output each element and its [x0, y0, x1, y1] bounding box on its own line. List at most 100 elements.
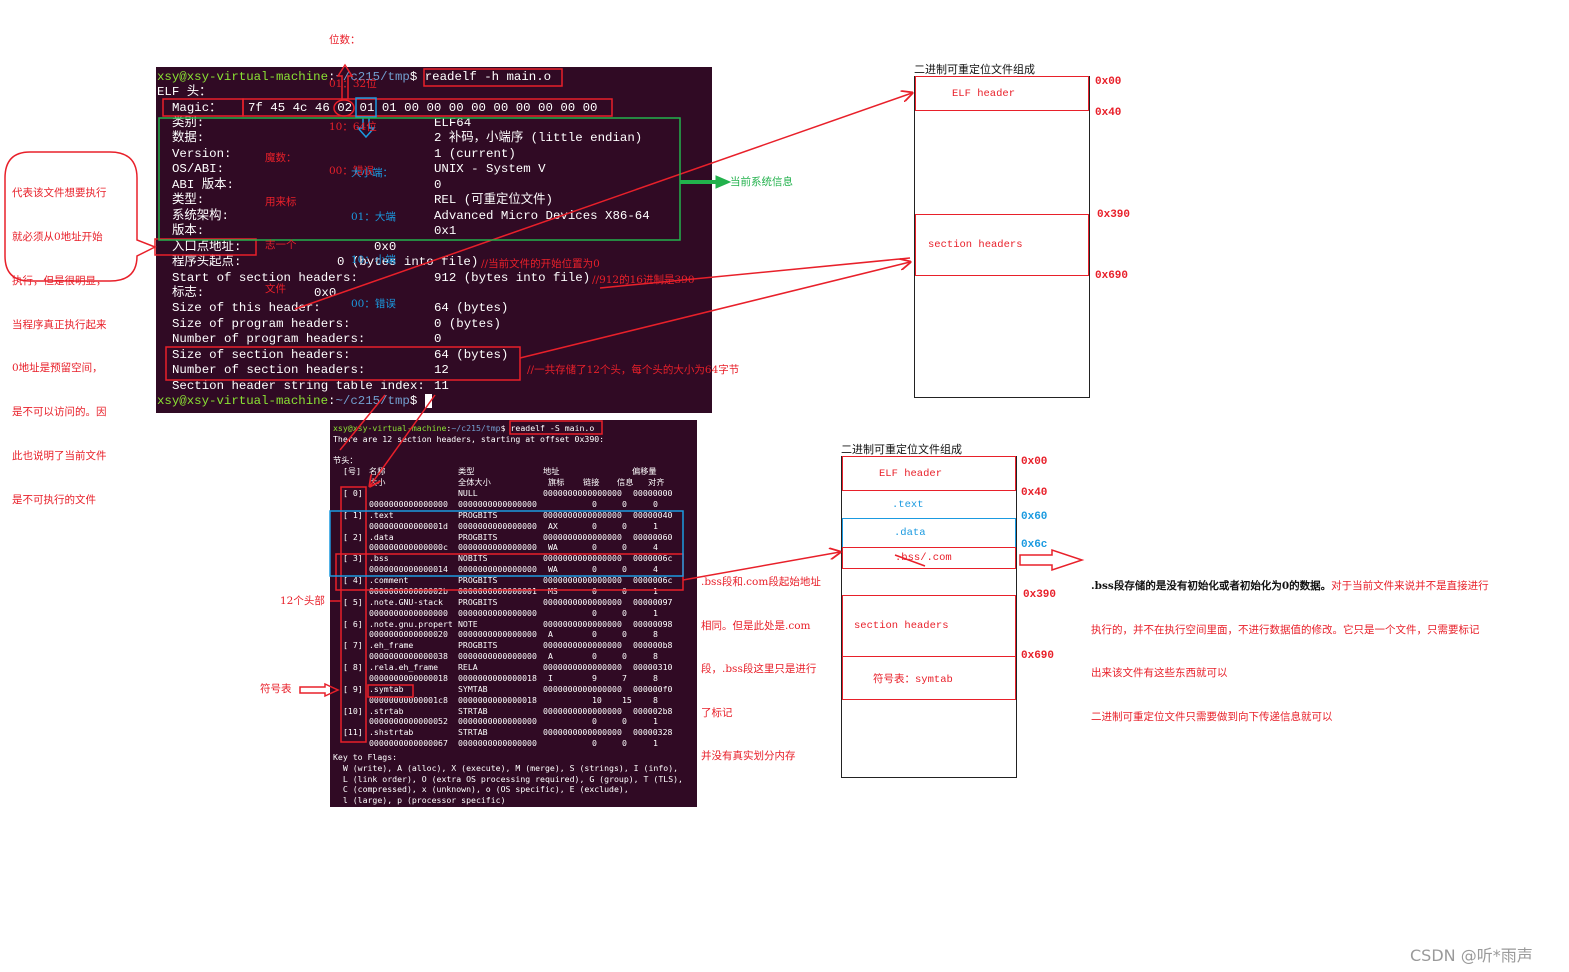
section-align: 4: [653, 564, 658, 575]
section-link: 0: [592, 585, 597, 596]
note-line: 是不可以访问的。因: [12, 406, 107, 419]
section-flags: AX: [548, 520, 558, 531]
section-entsize: 0000000000000000: [458, 607, 537, 618]
header-field-label: Size of this header:: [172, 301, 321, 316]
section-entsize: 0000000000000000: [458, 520, 537, 531]
section-addr: 0000000000000000: [543, 488, 622, 498]
header-field-label: Number of section headers:: [172, 363, 366, 378]
prompt-line: xsy@xsy-virtual-machine:~/c215/tmp$: [157, 394, 433, 409]
section-flags: A: [548, 629, 553, 640]
magic-bytes-rest: 01 00 00 00 00 00 00 00 00 00: [381, 101, 598, 115]
section-idx: [ 8]: [343, 662, 363, 672]
section-entsize: 0000000000000018: [458, 694, 537, 705]
section-type: PROGBITS: [458, 509, 498, 520]
section-name: .comment: [369, 575, 409, 585]
note-line: 0地址是预留空间，: [12, 362, 103, 375]
magic-label: Magic：: [172, 101, 222, 115]
section-entsize: 0000000000000000: [458, 651, 537, 662]
section-size: 0000000000000067: [369, 738, 448, 749]
section-addr: 0000000000000000: [543, 531, 622, 542]
section-type: NULL: [458, 488, 478, 498]
prompt-line: xsy@xsy-virtual-machine:~/c215/tmp$ read…: [333, 423, 595, 433]
section-size: 000000000000002b: [369, 585, 448, 596]
section-name: .symtab: [369, 683, 404, 694]
segment-label: ELF header: [952, 87, 1016, 100]
header-field-value: 64 (bytes): [434, 301, 509, 316]
section-offset: 00000060: [633, 531, 673, 542]
section-size: 000000000000001d: [369, 520, 448, 531]
section-offset: 000000f0: [633, 683, 673, 694]
section-addr: 0000000000000000: [543, 553, 622, 564]
section-name: .note.gnu.propert: [369, 618, 453, 629]
section-size: 0000000000000000: [369, 498, 448, 509]
section-align: 8: [653, 651, 658, 662]
endian-note: 大小端： 01：大端 10：小端 00：错误: [351, 137, 396, 326]
terminal-readelf-S: xsy@xsy-virtual-machine:~/c215/tmp$ read…: [330, 420, 697, 807]
header-field-label: Number of program headers:: [172, 332, 366, 347]
section-align: 0: [653, 498, 658, 509]
header-field-label: 系统架构:: [172, 208, 229, 223]
header-field-label: 版本:: [172, 224, 205, 239]
header-field-label: OS/ABI:: [172, 162, 225, 177]
magic-bytes: 7f 45 4c 46 02 01 01 00 00 00 00 00 00 0…: [248, 101, 598, 115]
note-line: 执行的，并不在执行空间里面，不进行数据值的修改。它只是一个文件，只需要标记: [1091, 623, 1480, 636]
section-info: 15: [622, 694, 632, 705]
column-header: 链接: [583, 477, 600, 487]
note-line: 文件: [265, 282, 286, 295]
section-entsize: 0000000000000000: [458, 629, 537, 640]
section-addr: 0000000000000000: [543, 618, 622, 629]
segment-section-headers: section headers: [842, 595, 1016, 657]
section-link: 0: [592, 629, 597, 640]
prompt-symbol: $: [500, 423, 506, 433]
section-offset: 00000328: [633, 727, 673, 738]
section-offset: 00000098: [633, 618, 673, 629]
segment-data: .data: [842, 518, 1016, 548]
section-type: SYMTAB: [458, 683, 488, 694]
section-addr: 0000000000000000: [543, 662, 622, 672]
column-header: 地址: [543, 466, 560, 476]
offset-label: 0x690: [1021, 650, 1055, 662]
header-field-value: 1 (current): [434, 146, 516, 161]
header-field-label: Version:: [172, 146, 232, 161]
section-size: 0000000000000020: [369, 629, 448, 640]
section-idx: [ 3]: [343, 553, 363, 564]
section-align: 4: [653, 542, 658, 553]
section-count-comment: //一共存储了12个头，每个头的大小为64字节: [527, 364, 740, 376]
section-idx: [ 5]: [343, 596, 363, 607]
section-flags: I: [548, 672, 553, 683]
header-field-value: ELF64: [434, 116, 472, 130]
section-name: .data: [369, 531, 394, 542]
segment-label: .data: [894, 527, 926, 539]
segment-bss-com: .bss/.com: [842, 547, 1016, 569]
column-header: 全体大小: [458, 477, 491, 487]
header-field-value: 11: [434, 378, 449, 393]
section-idx: [11]: [343, 727, 363, 738]
diagram2-title: 二进制可重定位文件组成: [841, 443, 962, 456]
offset-label: 0x390: [1097, 209, 1131, 221]
note-line: 二进制可重定位文件只需要做到向下传递信息就可以: [1091, 710, 1333, 723]
header-field-value: 12: [434, 363, 449, 378]
offset-label: 0x00: [1021, 456, 1048, 468]
section-info: 0: [622, 564, 627, 575]
section-idx: [ 0]: [343, 488, 363, 498]
section-link: 0: [592, 542, 597, 553]
section-name: .eh_frame: [369, 640, 414, 651]
header-field-value: 0: [434, 177, 442, 192]
section-info: 0: [622, 629, 627, 640]
offset-label: 0x390: [1023, 589, 1057, 601]
watermark: CSDN @听*雨声: [1410, 946, 1533, 965]
header-field-value: 2 补码，小端序 (little endian): [434, 131, 643, 146]
entry-callout-text: 代表该文件想要执行 就必须从0地址开始 执行，但是很明显， 当程序真正执行起来 …: [12, 157, 107, 522]
section-entsize: 0000000000000018: [458, 672, 537, 683]
section-name: .strtab: [369, 705, 404, 716]
header-field-value: 64 (bytes): [434, 347, 509, 362]
section-size: 0000000000000018: [369, 672, 448, 683]
header-field-label: 入口点地址:: [172, 239, 242, 254]
section-info: 0: [622, 651, 627, 662]
section-idx: [ 1]: [343, 509, 363, 520]
section-entsize: 0000000000000000: [458, 498, 537, 509]
section-type: PROGBITS: [458, 596, 498, 607]
section-link: 0: [592, 520, 597, 531]
note-line: 志一个: [265, 239, 297, 251]
header-field-value: Advanced Micro Devices X86-64: [434, 208, 650, 223]
